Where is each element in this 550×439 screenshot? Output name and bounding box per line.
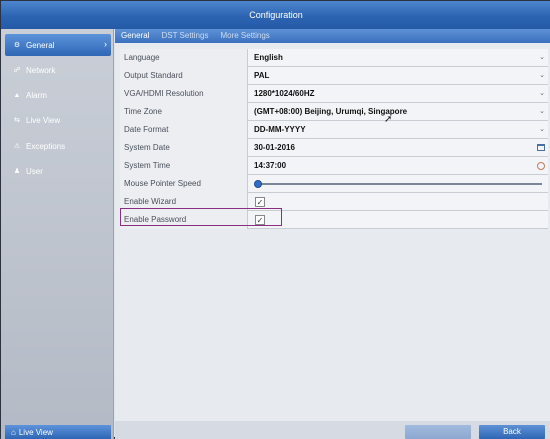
live-view-button[interactable]: ⌂ Live View: [5, 425, 111, 439]
home-icon: ⌂: [11, 427, 16, 437]
setting-label: Enable Wizard: [120, 193, 248, 211]
sidebar-item-live-view[interactable]: ⇆ Live View: [5, 109, 111, 131]
warning-icon: ⚠: [13, 143, 21, 150]
setting-label: System Date: [120, 139, 248, 157]
system-date-field[interactable]: 30-01-2016: [249, 139, 548, 157]
main-panel: General DST Settings More Settings Langu…: [115, 29, 550, 439]
setting-row-system-time: System Time 14:37:00: [120, 157, 548, 175]
sidebar-item-label: User: [26, 166, 43, 176]
mouse-speed-slider-track[interactable]: [260, 183, 542, 185]
enable-password-checkbox[interactable]: ✓: [255, 215, 265, 225]
chevron-down-icon: ⌄: [539, 54, 545, 61]
date-format-select[interactable]: DD-MM-YYYY: [249, 121, 548, 139]
sidebar-item-user[interactable]: ♟ User: [5, 160, 111, 182]
sidebar-item-label: Network: [26, 65, 56, 75]
setting-label: Date Format: [120, 121, 248, 139]
chevron-down-icon: ⌄: [539, 90, 545, 97]
live-view-icon: ⇆: [14, 117, 20, 124]
gear-icon: ⚙: [13, 42, 21, 49]
setting-label: Output Standard: [120, 67, 248, 85]
mouse-speed-slider-handle[interactable]: [254, 180, 262, 188]
tab-dst-settings[interactable]: DST Settings: [155, 29, 214, 43]
setting-row-enable-wizard: Enable Wizard ✓: [120, 193, 548, 211]
setting-row-system-date: System Date 30-01-2016: [120, 139, 548, 157]
sidebar-item-alarm[interactable]: ▲ Alarm: [5, 84, 111, 106]
sidebar-item-label: General: [26, 40, 55, 50]
setting-label: Enable Password: [120, 211, 248, 229]
sidebar-item-label: Exceptions: [26, 141, 66, 151]
apply-button[interactable]: [405, 425, 471, 439]
sidebar: ⚙ General ☍ Network ▲ Alarm ⇆ Live View …: [1, 29, 114, 439]
chevron-down-icon: ⌄: [539, 72, 545, 79]
setting-row-language: Language English ⌄: [120, 49, 548, 67]
setting-row-mouse-speed: Mouse Pointer Speed: [120, 175, 548, 193]
settings-table: Language English ⌄ Output Standard PAL ⌄…: [120, 49, 548, 229]
setting-row-resolution: VGA/HDMI Resolution 1280*1024/60HZ ⌄: [120, 85, 548, 103]
setting-label: Mouse Pointer Speed: [120, 175, 248, 193]
configuration-window: Configuration ⚙ General ☍ Network ▲ Alar…: [0, 0, 550, 439]
language-select[interactable]: English: [249, 49, 548, 67]
chevron-down-icon: ⌄: [539, 126, 545, 133]
setting-label: Time Zone: [120, 103, 248, 121]
tab-more-settings[interactable]: More Settings: [214, 29, 275, 43]
chevron-down-icon: ⌄: [539, 108, 545, 115]
calendar-icon[interactable]: [537, 144, 545, 151]
sidebar-item-general[interactable]: ⚙ General: [5, 34, 111, 56]
resolution-select[interactable]: 1280*1024/60HZ: [249, 85, 548, 103]
setting-label: System Time: [120, 157, 248, 175]
setting-row-date-format: Date Format DD-MM-YYYY ⌄: [120, 121, 548, 139]
system-time-field[interactable]: 14:37:00: [249, 157, 548, 175]
sidebar-item-label: Live View: [26, 115, 61, 125]
tab-general[interactable]: General: [115, 29, 155, 43]
mouse-cursor-icon: ➚: [384, 114, 393, 125]
setting-row-output-standard: Output Standard PAL ⌄: [120, 67, 548, 85]
alarm-icon: ▲: [13, 91, 21, 99]
setting-label: VGA/HDMI Resolution: [120, 85, 248, 103]
tab-bar: General DST Settings More Settings: [115, 29, 550, 43]
setting-label: Language: [120, 49, 248, 67]
sidebar-item-exceptions[interactable]: ⚠ Exceptions: [5, 135, 111, 157]
window-title: Configuration: [1, 1, 550, 29]
enable-wizard-checkbox[interactable]: ✓: [255, 197, 265, 207]
sidebar-item-network[interactable]: ☍ Network: [5, 59, 111, 81]
clock-icon[interactable]: [537, 162, 545, 170]
setting-row-enable-password: Enable Password ✓: [120, 211, 548, 229]
sidebar-item-label: Alarm: [26, 90, 47, 100]
setting-row-time-zone: Time Zone (GMT+08:00) Beijing, Urumqi, S…: [120, 103, 548, 121]
back-button[interactable]: Back: [479, 425, 545, 439]
output-standard-select[interactable]: PAL: [249, 67, 548, 85]
time-zone-select[interactable]: (GMT+08:00) Beijing, Urumqi, Singapore: [249, 103, 548, 121]
network-icon: ☍: [13, 67, 21, 74]
user-icon: ♟: [13, 168, 21, 175]
live-view-button-label: Live View: [18, 427, 53, 437]
